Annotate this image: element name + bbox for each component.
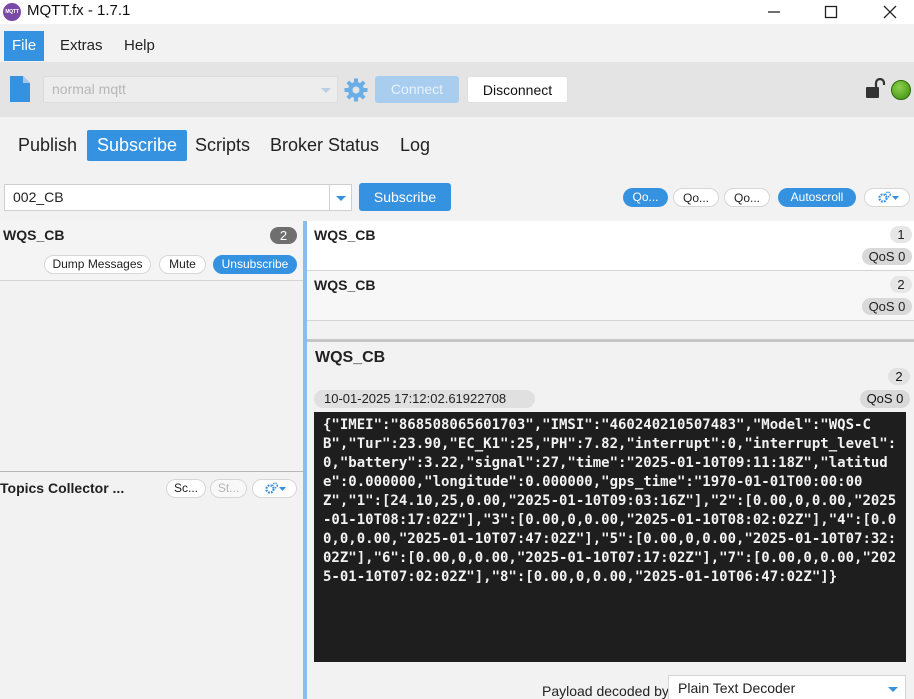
window-title: MQTT.fx - 1.7.1	[27, 2, 131, 19]
mute-button[interactable]: Mute	[159, 255, 206, 274]
maximize-button[interactable]	[801, 0, 861, 24]
tab-log[interactable]: Log	[390, 130, 440, 161]
messages-pane: WQS_CB 1 QoS 0 WQS_CB 2 QoS 0 WQS_CB 2 1…	[307, 221, 914, 699]
payload-decoder-select[interactable]: Plain Text Decoder	[668, 675, 906, 699]
minimize-icon	[768, 11, 780, 13]
subscribe-options-button[interactable]	[864, 188, 910, 207]
detail-qos: QoS 0	[860, 390, 910, 408]
title-bar: MQTT MQTT.fx - 1.7.1	[0, 0, 914, 24]
subscription-topic: WQS_CB	[3, 227, 65, 243]
message-number: 1	[890, 226, 912, 243]
app-icon: MQTT	[3, 3, 21, 21]
qos2-button[interactable]: Qo...	[724, 188, 770, 207]
tab-publish[interactable]: Publish	[8, 130, 87, 161]
message-qos: QoS 0	[862, 298, 912, 315]
detail-timestamp: 10-01-2025 17:12:02.61922708	[314, 390, 535, 408]
tab-broker-status[interactable]: Broker Status	[260, 130, 389, 161]
subscriptions-pane: WQS_CB 2 Dump Messages Mute Unsubscribe …	[0, 221, 303, 699]
message-topic: WQS_CB	[314, 227, 376, 243]
detail-message-number: 2	[888, 368, 910, 385]
close-button[interactable]	[860, 0, 914, 24]
message-number: 2	[890, 276, 912, 293]
unlocked-lock-icon	[866, 78, 886, 98]
subscribe-bar: 002_CB Subscribe Qo... Qo... Qo... Autos…	[0, 180, 914, 214]
menu-bar: File Extras Help	[0, 30, 914, 62]
message-list-item[interactable]: WQS_CB 2 QoS 0	[307, 271, 914, 321]
scan-button[interactable]: Sc...	[166, 479, 206, 498]
gear-icon[interactable]	[344, 78, 368, 102]
close-icon	[883, 5, 897, 19]
topics-collector-title: Topics Collector ...	[0, 480, 125, 496]
qos0-button[interactable]: Qo...	[623, 188, 668, 207]
main-tabs: Publish Subscribe Scripts Broker Status …	[0, 128, 914, 164]
edit-connection-profile-icon[interactable]	[8, 75, 32, 103]
subscription-item[interactable]: WQS_CB 2 Dump Messages Mute Unsubscribe	[0, 221, 303, 281]
topics-collector: Topics Collector ... Sc... St...	[0, 471, 303, 699]
message-list-item[interactable]: WQS_CB 1 QoS 0	[307, 221, 914, 271]
payload-decoder-label: Payload decoded by	[542, 683, 669, 699]
menu-help[interactable]: Help	[116, 31, 163, 61]
dump-messages-button[interactable]: Dump Messages	[44, 255, 151, 274]
autoscroll-toggle[interactable]: Autoscroll	[778, 188, 856, 207]
collector-options-button[interactable]	[252, 479, 297, 498]
chevron-down-icon	[321, 88, 331, 93]
message-qos: QoS 0	[862, 248, 912, 265]
message-detail: WQS_CB 2 10-01-2025 17:12:02.61922708 Qo…	[307, 342, 914, 699]
topic-history-dropdown[interactable]	[330, 184, 352, 211]
disconnect-button[interactable]: Disconnect	[467, 76, 568, 103]
payload-text[interactable]: {"IMEI":"868508065601703","IMSI":"460240…	[314, 412, 906, 662]
connect-button[interactable]: Connect	[375, 76, 459, 103]
message-topic: WQS_CB	[314, 277, 376, 293]
gear-icon	[878, 191, 899, 203]
connection-profile-select[interactable]: normal mqtt	[43, 76, 338, 103]
gear-icon	[265, 482, 286, 494]
maximize-icon	[824, 5, 838, 19]
tab-scripts[interactable]: Scripts	[185, 130, 260, 161]
detail-topic: WQS_CB	[315, 349, 386, 366]
unsubscribe-button[interactable]: Unsubscribe	[213, 255, 297, 274]
topic-input[interactable]: 002_CB	[4, 184, 330, 211]
menu-extras[interactable]: Extras	[52, 31, 111, 61]
connection-profile-value: normal mqtt	[52, 81, 126, 97]
menu-file[interactable]: File	[4, 31, 45, 61]
connection-toolbar: normal mqtt Connect Disconnect	[0, 62, 914, 117]
subscription-message-count: 2	[270, 227, 297, 244]
minimize-button[interactable]	[744, 0, 804, 24]
qos1-button[interactable]: Qo...	[673, 188, 719, 207]
tab-subscribe[interactable]: Subscribe	[87, 130, 188, 161]
subscribe-button[interactable]: Subscribe	[359, 183, 451, 211]
connection-status-indicator	[891, 80, 911, 100]
stop-button[interactable]: St...	[210, 479, 247, 498]
